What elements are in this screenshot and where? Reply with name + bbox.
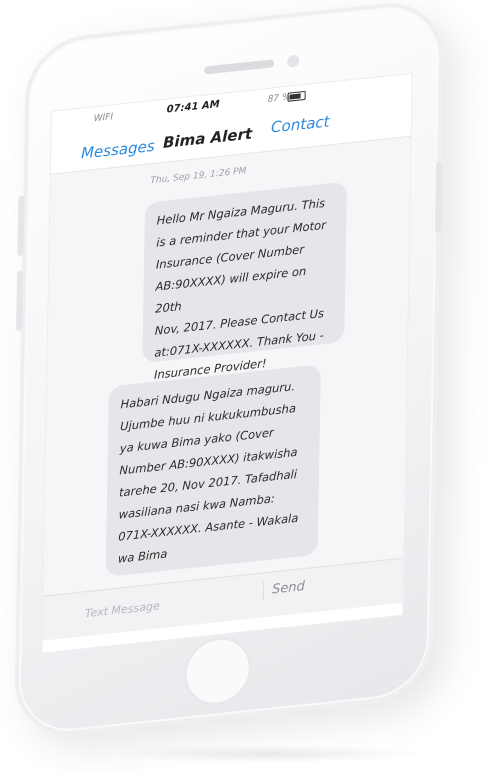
- contact-button[interactable]: Contact: [271, 112, 330, 136]
- conversation-title: Bima Alert: [162, 124, 253, 152]
- phone-shadow: [110, 745, 430, 763]
- home-button[interactable]: [183, 633, 253, 709]
- stage: WIFI 07:41 AM 87 % Messages Bima Alert C…: [0, 0, 490, 772]
- speaker-grille: [204, 59, 275, 75]
- clock: 07:41 AM: [166, 98, 220, 116]
- message-timestamp: Thu, Sep 19, 1:26 PM: [150, 166, 247, 187]
- volume-down-button: [16, 270, 24, 332]
- battery-icon: [287, 90, 306, 102]
- messages-back-button[interactable]: Messages: [81, 137, 155, 163]
- volume-up-button: [17, 195, 25, 257]
- phone-device: WIFI 07:41 AM 87 % Messages Bima Alert C…: [13, 0, 445, 741]
- power-button: [434, 161, 443, 233]
- wifi-indicator: WIFI: [93, 112, 114, 125]
- message-thread[interactable]: Thu, Sep 19, 1:26 PM Hello Mr Ngaiza Mag…: [43, 136, 411, 596]
- front-camera: [287, 54, 300, 68]
- send-button[interactable]: Send: [262, 576, 313, 601]
- phone-screen: WIFI 07:41 AM 87 % Messages Bima Alert C…: [41, 72, 413, 654]
- message-bubble-english[interactable]: Hello Mr Ngaiza Maguru. This is a remind…: [142, 181, 348, 382]
- message-bubble-swahili[interactable]: Habari Ndugu Ngaiza maguru. Ujumbe huu n…: [105, 364, 321, 578]
